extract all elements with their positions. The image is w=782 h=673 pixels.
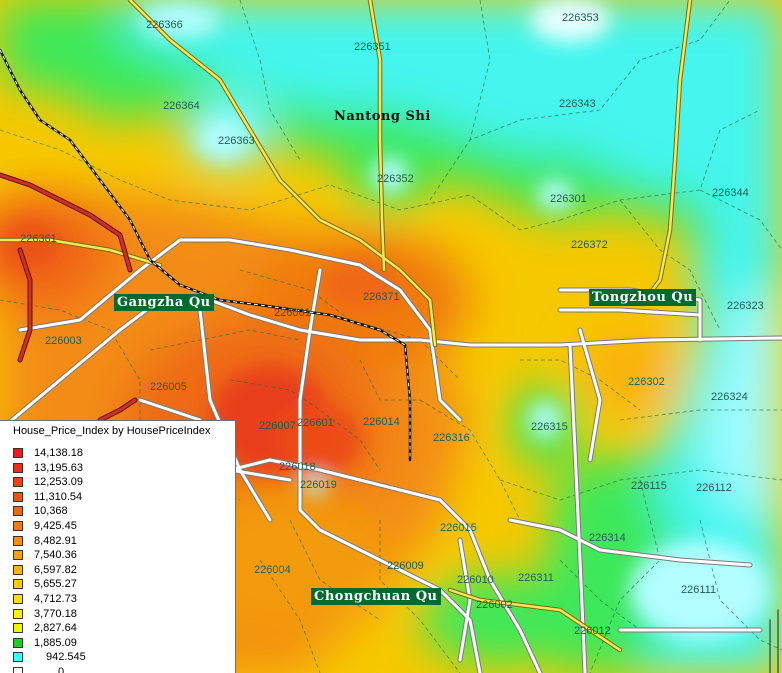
legend-swatch [13, 506, 23, 517]
map-legend: House_Price_Index by HousePriceIndex 14,… [0, 420, 236, 673]
postcode-label: 226323 [727, 300, 764, 312]
legend-label: 10,368 [34, 505, 68, 518]
district-label-chongchuan: Chongchuan Qu [311, 588, 441, 605]
legend-item: 14,138.18 [13, 446, 86, 460]
legend-swatch [13, 491, 23, 502]
legend-item: 7,540.36 [13, 548, 86, 562]
legend-items: 14,138.18 13,195.63 12,253.09 11,310.54 10,3… [13, 446, 86, 673]
postcode-label: 226315 [531, 421, 568, 433]
postcode-label: 226343 [559, 98, 596, 110]
postcode-label: 226311 [518, 572, 554, 584]
postcode-label: 226372 [571, 239, 608, 251]
postcode-label: 226004 [254, 564, 291, 576]
postcode-label: 226301 [550, 193, 587, 205]
legend-label: 13,195.63 [34, 461, 83, 474]
legend-item: 9,425.45 [13, 519, 86, 533]
legend-label: 8,482.91 [34, 534, 77, 547]
postcode-label: 226010 [457, 574, 494, 586]
legend-swatch [13, 593, 23, 604]
legend-item: 12,253.09 [13, 475, 86, 489]
legend-item: 1,885.09 [13, 636, 86, 650]
legend-item: 13,195.63 [13, 461, 86, 475]
postcode-label: 226363 [218, 135, 255, 147]
legend-swatch [13, 564, 23, 575]
legend-label: 942.545 [46, 651, 86, 664]
postcode-label: 226344 [712, 187, 749, 199]
postcode-label: 226112 [696, 482, 732, 494]
postcode-label: 226014 [363, 416, 400, 428]
legend-label: 7,540.36 [34, 549, 77, 562]
legend-label: 4,712.73 [34, 592, 77, 605]
postcode-label: 226371 [363, 291, 400, 303]
legend-item: 10,368 [13, 504, 86, 518]
postcode-label: 226351 [354, 41, 391, 53]
legend-swatch [13, 579, 23, 590]
legend-swatch [13, 666, 23, 673]
legend-swatch [13, 637, 23, 648]
legend-label: 5,655.27 [34, 578, 77, 591]
postcode-label: 226115 [631, 480, 667, 492]
legend-label: 2,827.64 [34, 622, 77, 635]
legend-item: 5,655.27 [13, 577, 86, 591]
district-label-gangzha: Gangzha Qu [114, 294, 214, 311]
legend-swatch [13, 477, 23, 488]
legend-label: 11,310.54 [34, 490, 83, 503]
legend-label: 14,138.18 [34, 447, 83, 459]
legend-label: 6,597.82 [34, 563, 77, 576]
postcode-label: 226002 [476, 599, 513, 611]
postcode-label: 226366 [146, 19, 183, 31]
legend-swatch [13, 520, 23, 531]
legend-swatch [13, 462, 23, 473]
legend-label: 12,253.09 [34, 476, 83, 489]
postcode-label: 226364 [163, 100, 200, 112]
legend-swatch [13, 535, 23, 546]
legend-item: 8,482.91 [13, 534, 86, 548]
legend-item: 6,597.82 [13, 563, 86, 577]
district-label-nantong: Nantong Shi [334, 109, 431, 124]
postcode-label: 226007 [259, 420, 296, 432]
postcode-label: 226111 [681, 584, 717, 596]
legend-label: 9,425.45 [34, 519, 77, 532]
postcode-label: 226361 [20, 233, 57, 245]
postcode-label: 226316 [433, 432, 470, 444]
legend-label: 3,770.18 [34, 607, 77, 620]
legend-swatch [13, 550, 23, 561]
legend-item: 0 [13, 665, 86, 673]
postcode-label: 226018 [279, 461, 316, 473]
postcode-label: 226005 [150, 381, 187, 393]
postcode-label: 226015 [440, 522, 477, 534]
legend-title: House_Price_Index by HousePriceIndex [13, 425, 211, 437]
house-price-heatmap[interactable]: 226366 226351 226353 226364 226363 22634… [0, 0, 782, 673]
legend-swatch [13, 623, 23, 634]
postcode-label: 226003 [45, 335, 82, 347]
postcode-label: 226009 [387, 560, 424, 572]
legend-item: 2,827.64 [13, 621, 86, 635]
postcode-label: 226302 [628, 376, 665, 388]
postcode-label: 226353 [562, 12, 599, 24]
postcode-label: 226019 [300, 479, 337, 491]
legend-label: 1,885.09 [34, 636, 77, 649]
legend-item: 3,770.18 [13, 607, 86, 621]
legend-item: 942.545 [13, 650, 86, 664]
legend-swatch [13, 652, 23, 663]
legend-swatch [13, 608, 23, 619]
legend-label: 0 [58, 665, 65, 673]
legend-item: 4,712.73 [13, 592, 86, 606]
postcode-label: 226601 [297, 417, 334, 429]
postcode-label: 226352 [377, 173, 414, 185]
postcode-label: 226001 [274, 307, 311, 319]
district-label-tongzhou: Tongzhou Qu [589, 289, 697, 306]
postcode-label: 226012 [574, 625, 611, 637]
postcode-label: 226324 [711, 391, 748, 403]
legend-item: 11,310.54 [13, 490, 86, 504]
legend-swatch [13, 448, 23, 458]
postcode-label: 226314 [589, 532, 626, 544]
